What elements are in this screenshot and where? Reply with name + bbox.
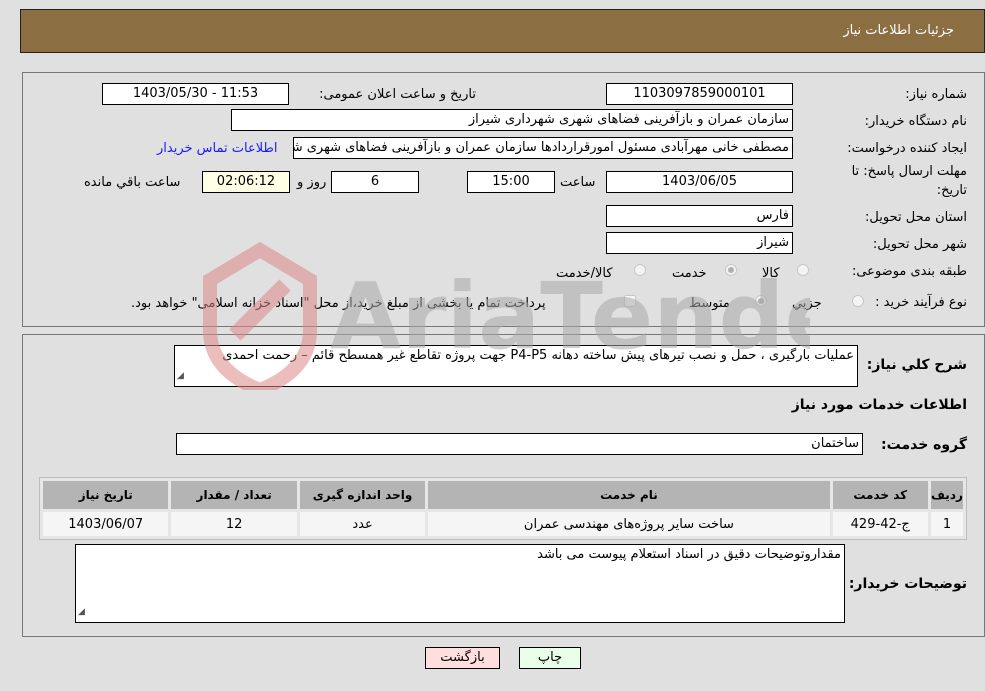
table-row: 1 ج-42-429 ساخت سایر پروژه‌های مهندسی عم…: [43, 512, 963, 536]
buyer-org-label: نام دستگاه خریدار:: [864, 114, 967, 129]
cell-service-code: ج-42-429: [832, 512, 928, 536]
category-option-goods: کالا: [762, 266, 780, 281]
category-option-service: خدمت: [672, 266, 707, 281]
purchase-option-minor: جزيي: [792, 296, 822, 311]
category-radio-goods-service[interactable]: [634, 264, 646, 276]
purchase-radio-medium[interactable]: [755, 295, 767, 307]
cell-quantity: 12: [171, 512, 297, 536]
cell-need-date: 1403/06/07: [43, 512, 169, 536]
need-number-field[interactable]: 1103097859000101: [606, 83, 793, 105]
buyer-org-field[interactable]: سازمان عمران و بازآفرینی فضاهای شهری شهر…: [231, 109, 793, 131]
col-header-quantity: تعداد / مقدار: [171, 481, 297, 509]
service-group-label: گروه خدمت:: [881, 437, 967, 453]
col-header-date: تاریخ نیاز: [43, 481, 169, 509]
col-header-row: ردیف: [930, 481, 963, 509]
service-group-field[interactable]: ساختمان: [176, 433, 863, 455]
resize-grip-icon[interactable]: ◢: [177, 368, 184, 385]
purchase-type-label: نوع فرآیند خرید :: [875, 295, 967, 310]
page-title: جزئیات اطلاعات نیاز: [843, 23, 954, 38]
city-field[interactable]: شیراز: [606, 232, 793, 254]
days-label: روز و: [297, 175, 327, 190]
city-label: شهر محل تحویل:: [872, 237, 967, 252]
back-button[interactable]: بازگشت: [425, 647, 500, 669]
deadline-time-field[interactable]: 15:00: [467, 171, 555, 193]
remaining-days-field[interactable]: 6: [331, 171, 419, 193]
cell-service-name: ساخت سایر پروژه‌های مهندسی عمران: [428, 512, 830, 536]
treasury-checkbox[interactable]: [624, 295, 636, 307]
category-option-goods-service: کالا/خدمت: [556, 266, 613, 281]
services-table-header: ردیف کد خدمت نام خدمت واحد اندازه گیری ت…: [43, 481, 963, 509]
buyer-notes-text: مقداروتوضیحات دقیق در اسناد استعلام پیوس…: [537, 547, 841, 562]
category-radio-service[interactable]: [725, 264, 737, 276]
cell-row-number: 1: [930, 512, 963, 536]
cell-unit: عدد: [299, 512, 426, 536]
buyer-notes-label: توضیحات خریدار:: [848, 576, 967, 592]
requester-field[interactable]: مصطفی خانی مهرآبادی مسئول امورقراردادها …: [293, 137, 793, 159]
col-header-name: نام خدمت: [428, 481, 830, 509]
treasury-note: پرداخت تمام یا بخشی از مبلغ خرید،از محل …: [131, 296, 546, 311]
remaining-time-field: 02:06:12: [202, 171, 290, 193]
page-header: جزئیات اطلاعات نیاز: [20, 9, 985, 53]
province-label: استان محل تحویل:: [865, 210, 967, 225]
deadline-label-line1: مهلت ارسال پاسخ: تا: [851, 164, 967, 179]
services-table: ردیف کد خدمت نام خدمت واحد اندازه گیری ت…: [39, 477, 967, 540]
announce-datetime-field[interactable]: 1403/05/30 - 11:53: [102, 83, 289, 105]
requester-label: ایجاد کننده درخواست:: [847, 141, 967, 156]
deadline-date-field[interactable]: 1403/06/05: [606, 171, 793, 193]
services-section-title: اطلاعات خدمات مورد نياز: [791, 397, 967, 413]
col-header-unit: واحد اندازه گیری: [299, 481, 426, 509]
announce-datetime-label: تاریخ و ساعت اعلان عمومی:: [319, 87, 476, 102]
province-field[interactable]: فارس: [606, 205, 793, 227]
print-button[interactable]: چاپ: [519, 647, 581, 669]
deadline-time-label: ساعت: [560, 175, 596, 190]
buyer-contact-link[interactable]: اطلاعات تماس خریدار: [157, 141, 277, 156]
category-radio-goods[interactable]: [797, 264, 809, 276]
buyer-notes-textarea[interactable]: مقداروتوضیحات دقیق در اسناد استعلام پیوس…: [75, 544, 845, 623]
purchase-option-medium: متوسط: [689, 296, 730, 311]
deadline-label-line2: تاریخ:: [936, 183, 967, 198]
purchase-radio-minor[interactable]: [852, 295, 864, 307]
description-label: شرح كلي نياز:: [866, 357, 967, 373]
resize-grip-icon[interactable]: ◢: [78, 604, 85, 621]
description-text: عملیات بارگیری ، حمل و نصب تیرهای پیش سا…: [222, 348, 854, 363]
col-header-code: کد خدمت: [832, 481, 928, 509]
need-number-label: شماره نیاز:: [905, 87, 967, 102]
remaining-time-label: ساعت باقي مانده: [84, 175, 181, 190]
description-textarea[interactable]: عملیات بارگیری ، حمل و نصب تیرهای پیش سا…: [174, 345, 858, 387]
category-label: طبقه بندی موضوعی:: [851, 264, 967, 279]
